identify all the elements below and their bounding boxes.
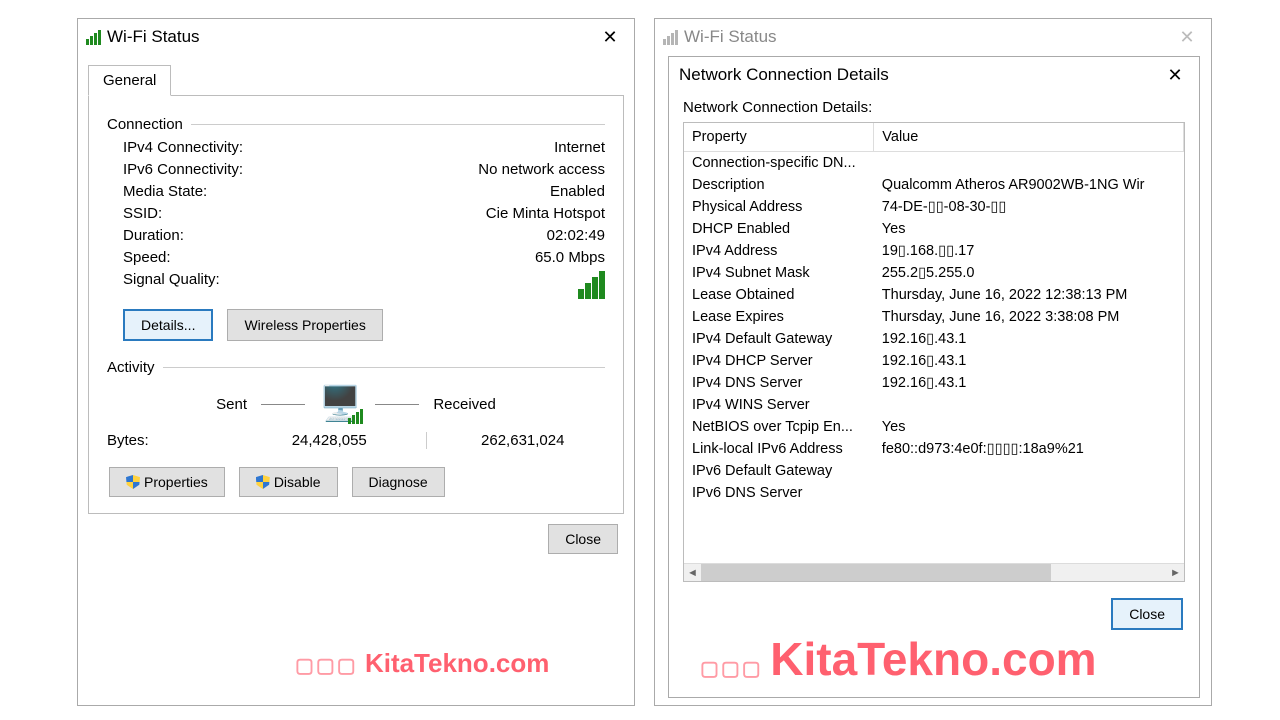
scroll-right-icon[interactable]: ► (1167, 564, 1184, 581)
horizontal-scrollbar[interactable]: ◄ ► (684, 563, 1184, 581)
value-cell: Yes (874, 416, 1184, 438)
details-label: Network Connection Details: (683, 99, 1185, 116)
value-cell: 255.2▯5.255.0 (874, 262, 1184, 284)
value-cell: fe80::d973:4e0f:▯▯▯▯:18a9%21 (874, 438, 1184, 460)
table-row[interactable]: IPv4 DNS Server192.16▯.43.1 (684, 372, 1184, 394)
value-cell (874, 152, 1184, 175)
property-cell: IPv6 Default Gateway (684, 460, 874, 482)
received-bytes: 262,631,024 (441, 432, 606, 449)
value-cell: 19▯.168.▯▯.17 (874, 240, 1184, 262)
connection-value: Enabled (550, 183, 605, 200)
property-cell: Lease Expires (684, 306, 874, 328)
table-row[interactable]: IPv6 Default Gateway (684, 460, 1184, 482)
details-button[interactable]: Details... (123, 309, 213, 341)
received-label: Received (433, 396, 496, 413)
sent-bytes: 24,428,055 (247, 432, 412, 449)
value-cell: 192.16▯.43.1 (874, 372, 1184, 394)
signal-quality-icon (578, 271, 605, 299)
value-cell (874, 394, 1184, 416)
diagnose-button[interactable]: Diagnose (352, 467, 445, 497)
property-cell: IPv4 Default Gateway (684, 328, 874, 350)
sent-label: Sent (216, 396, 247, 413)
connection-label: Speed: (123, 249, 171, 266)
property-cell: Description (684, 174, 874, 196)
connection-value: Internet (554, 139, 605, 156)
fieldset-activity: Activity (107, 359, 605, 376)
connection-value: 65.0 Mbps (535, 249, 605, 266)
connection-label: IPv6 Connectivity: (123, 161, 243, 178)
close-button[interactable]: Close (548, 524, 618, 554)
table-row[interactable]: IPv4 Address19▯.168.▯▯.17 (684, 240, 1184, 262)
connection-value: No network access (478, 161, 605, 178)
table-row[interactable]: Link-local IPv6 Addressfe80::d973:4e0f:▯… (684, 438, 1184, 460)
network-connection-details-dialog: Network Connection Details ✕ Network Con… (668, 56, 1200, 698)
table-row[interactable]: IPv4 Default Gateway192.16▯.43.1 (684, 328, 1184, 350)
scroll-left-icon[interactable]: ◄ (684, 564, 701, 581)
table-row[interactable]: Physical Address74-DE-▯▯-08-30-▯▯ (684, 196, 1184, 218)
value-cell (874, 482, 1184, 504)
table-row[interactable]: IPv4 DHCP Server192.16▯.43.1 (684, 350, 1184, 372)
property-cell: IPv6 DNS Server (684, 482, 874, 504)
value-cell: Qualcomm Atheros AR9002WB-1NG Wir (874, 174, 1184, 196)
dialog-title: Network Connection Details (679, 65, 1159, 85)
property-cell: DHCP Enabled (684, 218, 874, 240)
property-cell: Connection-specific DN... (684, 152, 874, 175)
table-row[interactable]: IPv4 Subnet Mask255.2▯5.255.0 (684, 262, 1184, 284)
table-row[interactable]: DHCP EnabledYes (684, 218, 1184, 240)
property-cell: Link-local IPv6 Address (684, 438, 874, 460)
table-row[interactable]: DescriptionQualcomm Atheros AR9002WB-1NG… (684, 174, 1184, 196)
computer-icon: 🖥️ (319, 384, 361, 424)
property-cell: Physical Address (684, 196, 874, 218)
details-table: Property Value Connection-specific DN...… (683, 122, 1185, 582)
property-cell: IPv4 DNS Server (684, 372, 874, 394)
table-row[interactable]: IPv4 WINS Server (684, 394, 1184, 416)
table-row[interactable]: Lease ExpiresThursday, June 16, 2022 3:3… (684, 306, 1184, 328)
close-icon[interactable]: ✕ (594, 25, 626, 49)
table-row[interactable]: Lease ObtainedThursday, June 16, 2022 12… (684, 284, 1184, 306)
fieldset-connection: Connection (107, 116, 605, 133)
value-cell: Thursday, June 16, 2022 12:38:13 PM (874, 284, 1184, 306)
connection-label: Media State: (123, 183, 207, 200)
table-row[interactable]: NetBIOS over Tcpip En...Yes (684, 416, 1184, 438)
wifi-signal-icon (86, 30, 101, 45)
property-cell: Lease Obtained (684, 284, 874, 306)
value-header[interactable]: Value (874, 123, 1184, 152)
table-row[interactable]: Connection-specific DN... (684, 152, 1184, 175)
property-cell: IPv4 DHCP Server (684, 350, 874, 372)
property-cell: IPv4 Subnet Mask (684, 262, 874, 284)
property-header[interactable]: Property (684, 123, 874, 152)
shield-icon (126, 475, 140, 489)
value-cell: 192.16▯.43.1 (874, 350, 1184, 372)
property-cell: IPv4 WINS Server (684, 394, 874, 416)
window-title: Wi-Fi Status (107, 27, 594, 47)
value-cell: 192.16▯.43.1 (874, 328, 1184, 350)
wifi-signal-icon (663, 30, 678, 45)
wireless-properties-button[interactable]: Wireless Properties (227, 309, 382, 341)
property-cell: NetBIOS over Tcpip En... (684, 416, 874, 438)
disable-button[interactable]: Disable (239, 467, 338, 497)
table-row[interactable]: IPv6 DNS Server (684, 482, 1184, 504)
value-cell: Thursday, June 16, 2022 3:38:08 PM (874, 306, 1184, 328)
bytes-label: Bytes: (107, 432, 247, 449)
value-cell: Yes (874, 218, 1184, 240)
close-button[interactable]: Close (1111, 598, 1183, 630)
close-icon[interactable]: ✕ (1159, 63, 1191, 87)
property-cell: IPv4 Address (684, 240, 874, 262)
wifi-status-window: Wi-Fi Status ✕ General Connection IPv4 C… (77, 18, 635, 706)
connection-label: Duration: (123, 227, 184, 244)
close-icon[interactable]: ✕ (1171, 25, 1203, 49)
shield-icon (256, 475, 270, 489)
value-cell: 74-DE-▯▯-08-30-▯▯ (874, 196, 1184, 218)
window-title: Wi-Fi Status (684, 27, 1171, 47)
signal-quality-label: Signal Quality: (123, 271, 220, 299)
connection-value: Cie Minta Hotspot (486, 205, 605, 222)
value-cell (874, 460, 1184, 482)
tab-general[interactable]: General (88, 65, 171, 96)
connection-label: SSID: (123, 205, 162, 222)
connection-value: 02:02:49 (547, 227, 605, 244)
connection-label: IPv4 Connectivity: (123, 139, 243, 156)
properties-button[interactable]: Properties (109, 467, 225, 497)
